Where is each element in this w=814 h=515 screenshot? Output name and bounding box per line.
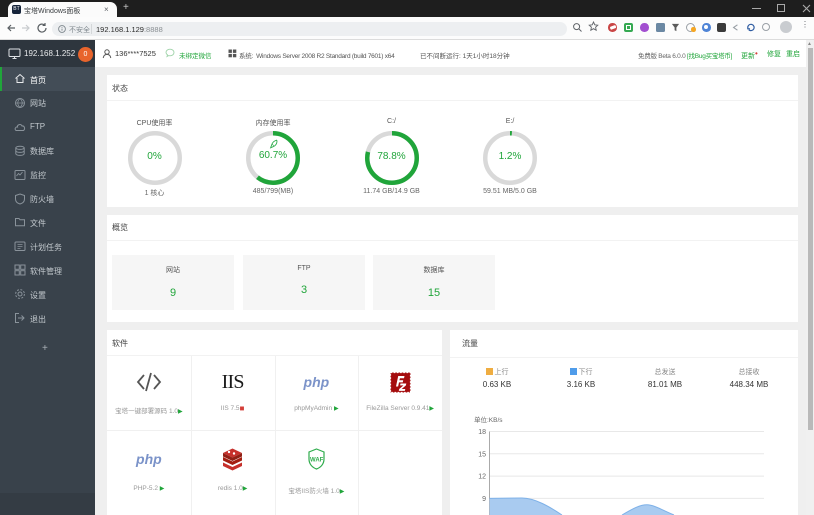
svg-text:18: 18: [478, 429, 486, 436]
svg-text:9: 9: [482, 496, 486, 503]
svg-text:12: 12: [478, 474, 486, 481]
svg-text:WAF: WAF: [310, 457, 324, 463]
svg-text:15: 15: [478, 451, 486, 458]
